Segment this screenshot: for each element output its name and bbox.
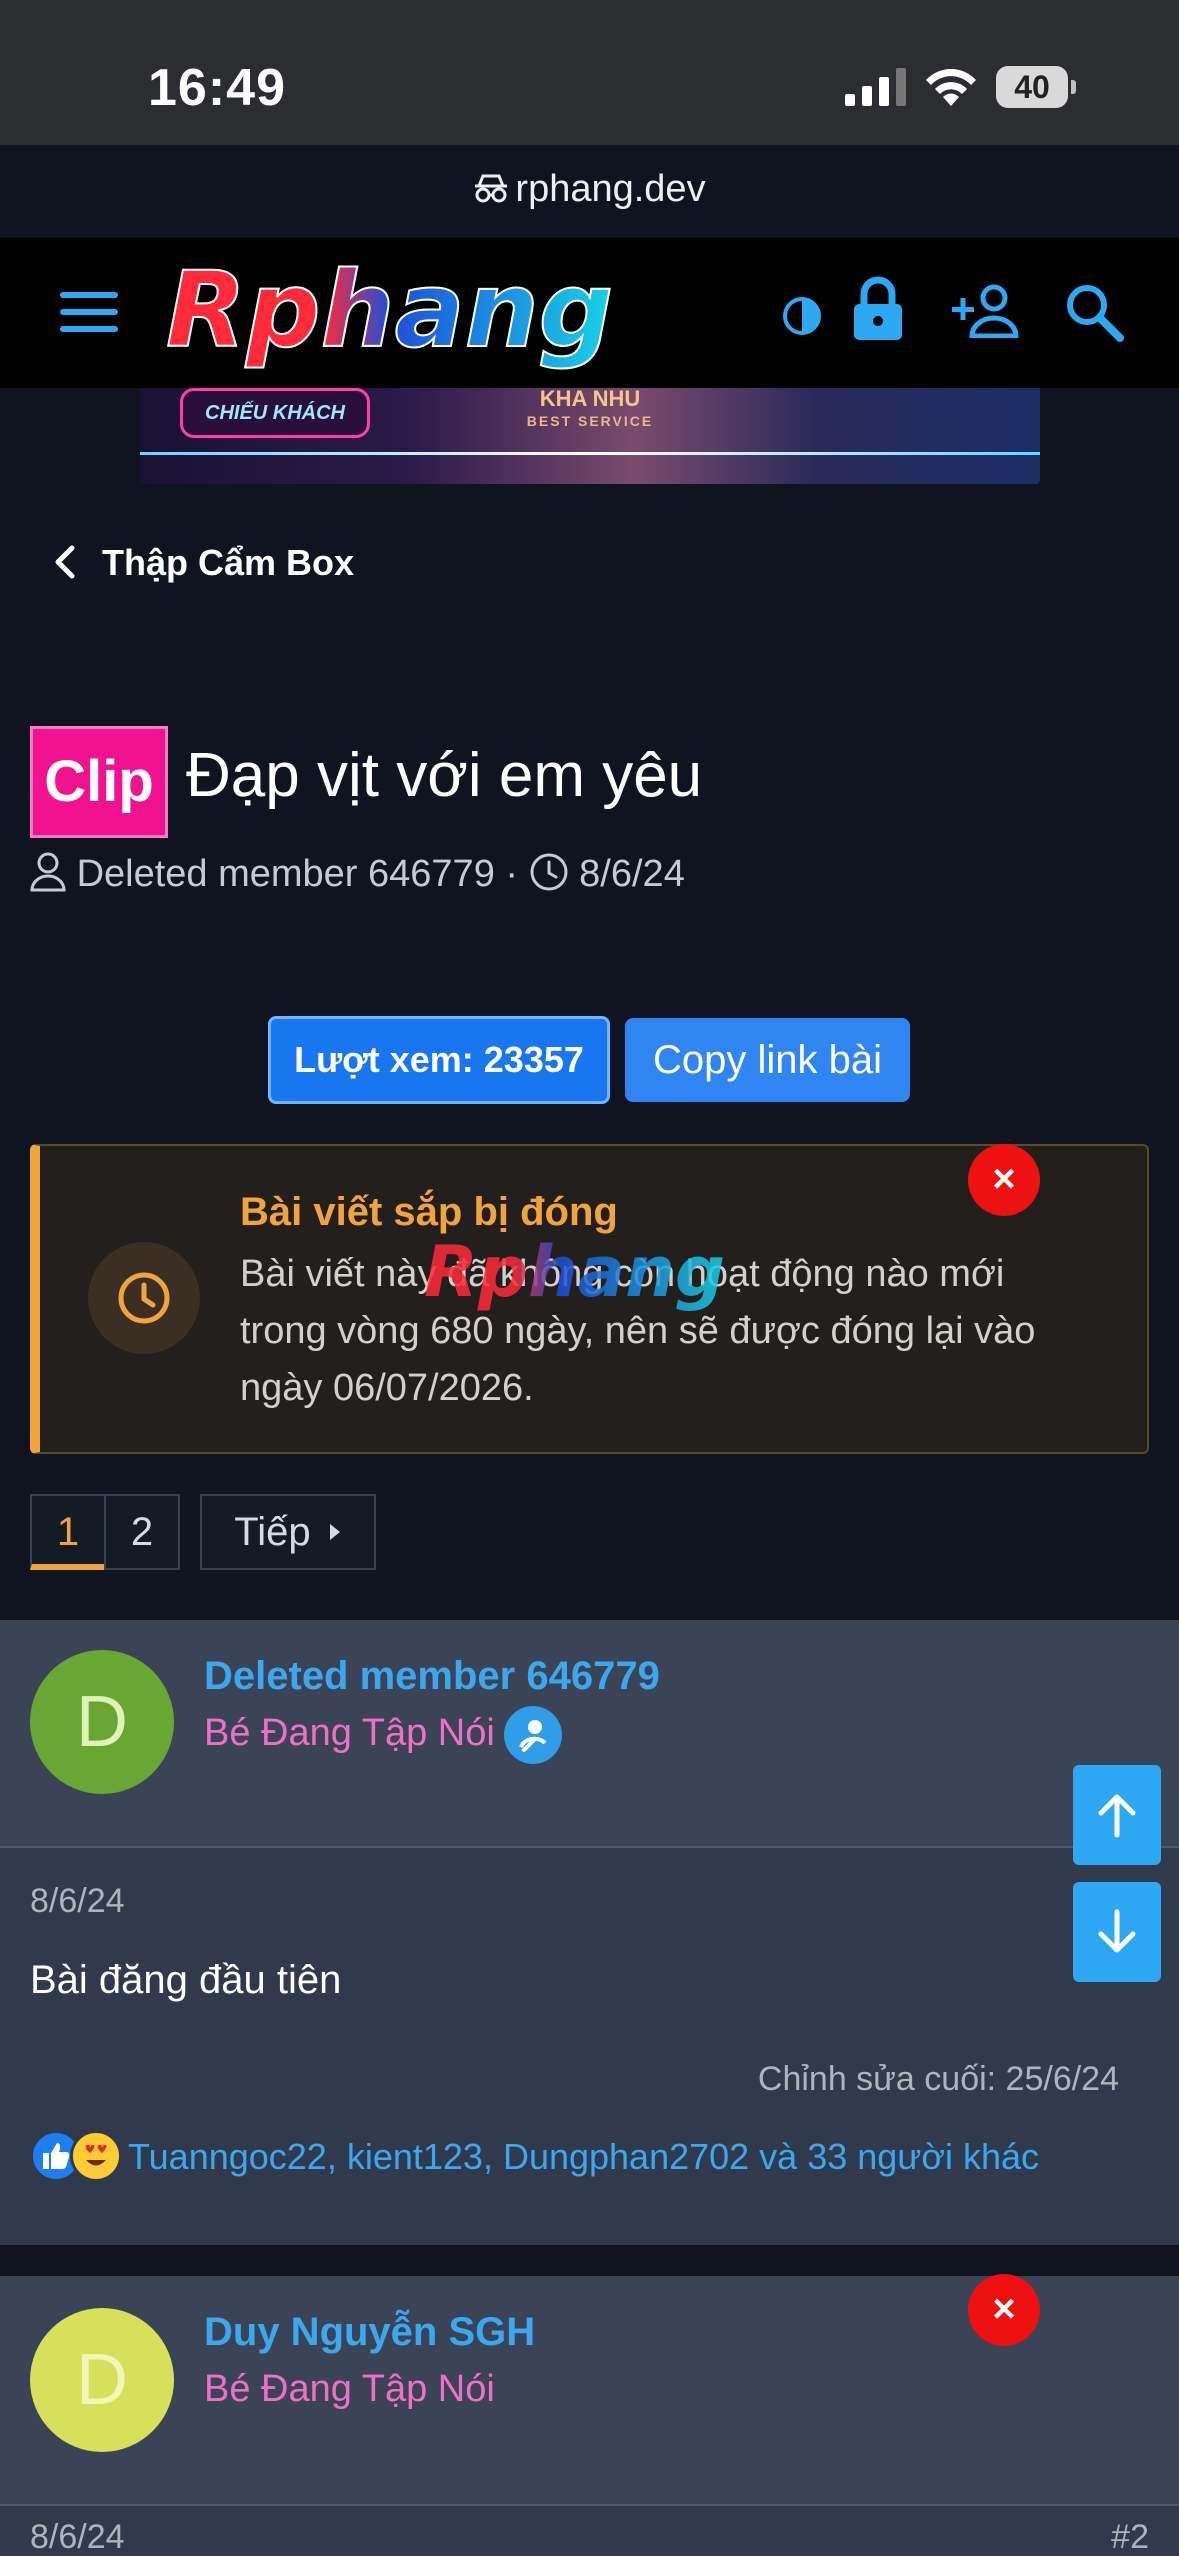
site-header: Rphang xyxy=(0,238,1179,388)
post-date[interactable]: 8/6/24 xyxy=(30,2518,125,2556)
status-bar: 16:49 40 rphang.dev xyxy=(0,0,1179,210)
post-2-header-row: 8/6/24 #2 xyxy=(0,2504,1179,2556)
view-count-button[interactable]: Lượt xem: 23357 xyxy=(268,1016,610,1104)
post-username[interactable]: Deleted member 646779 xyxy=(204,1654,660,1699)
banner-label-mid: KHA NHU BEST SERVICE xyxy=(526,388,654,429)
thread-meta: Deleted member 646779 · 8/6/24 xyxy=(30,852,685,896)
login-lock-icon[interactable] xyxy=(852,276,904,342)
scroll-bottom-button[interactable] xyxy=(1073,1882,1161,1982)
address-bar[interactable]: rphang.dev xyxy=(0,168,1179,211)
scroll-top-button[interactable] xyxy=(1073,1765,1161,1865)
avatar[interactable]: D xyxy=(30,1650,174,1794)
register-user-icon[interactable] xyxy=(952,284,1022,338)
heart-eyes-reaction-icon xyxy=(70,2130,122,2182)
avatar[interactable]: D xyxy=(30,2308,174,2452)
svg-text:Rphang: Rphang xyxy=(166,254,613,371)
wifi-icon xyxy=(926,69,976,106)
battery-indicator: 40 xyxy=(996,66,1076,108)
battery-level: 40 xyxy=(1014,69,1050,105)
reaction-users[interactable]: Tuanngoc22, kient123, Dungphan2702 và 33… xyxy=(128,2136,1039,2178)
post-body: Bài đăng đầu tiên xyxy=(30,1958,342,2002)
privacy-icon xyxy=(475,174,508,203)
clock-icon xyxy=(118,1272,170,1324)
verified-badge-icon xyxy=(504,1706,562,1764)
post-edited-note: Chỉnh sửa cuối: 25/6/24 xyxy=(757,2060,1119,2098)
meta-separator: · xyxy=(505,853,519,895)
chevron-left-icon xyxy=(55,545,75,579)
thread-title: Đạp vịt với em yêu xyxy=(186,741,703,810)
site-logo[interactable]: Rphang xyxy=(160,254,730,374)
next-page-button[interactable]: Tiếp xyxy=(200,1494,376,1570)
cellular-signal-icon xyxy=(845,68,906,106)
banner-label-left: CHIẾU KHÁCH xyxy=(180,388,370,438)
post-user-block: D Deleted member 646779 Bé Đang Tập Nói xyxy=(0,1620,1179,1848)
post-1: D Deleted member 646779 Bé Đang Tập Nói … xyxy=(0,1620,1179,2245)
arrow-up-icon xyxy=(1098,1794,1136,1838)
copy-link-button[interactable]: Copy link bài xyxy=(625,1018,910,1102)
thread-prefix-label[interactable]: Clip xyxy=(30,726,168,838)
ad-banner[interactable]: CHIẾU KHÁCH KHA NHU BEST SERVICE xyxy=(140,388,1040,484)
banner-glow-line xyxy=(140,452,1040,455)
theme-toggle-icon[interactable] xyxy=(782,296,822,336)
breadcrumb[interactable]: Thập Cẩm Box xyxy=(52,542,354,584)
closing-notice: Bài viết sắp bị đóng Bài viết này đã khô… xyxy=(30,1144,1149,1454)
clock-icon xyxy=(530,853,568,891)
page-2-button[interactable]: 2 xyxy=(104,1494,180,1570)
menu-icon[interactable] xyxy=(60,290,118,334)
close-button[interactable]: × xyxy=(968,1144,1040,1216)
svg-text:Rphang: Rphang xyxy=(424,1231,725,1313)
user-rank: Bé Đang Tập Nói xyxy=(204,1712,495,1754)
post-date[interactable]: 8/6/24 xyxy=(30,1882,125,1921)
url-text: rphang.dev xyxy=(515,168,706,210)
arrow-down-icon xyxy=(1098,1909,1136,1953)
thread-author[interactable]: Deleted member 646779 xyxy=(77,853,495,895)
caret-right-icon xyxy=(329,1524,340,1540)
close-button[interactable]: × xyxy=(968,2274,1040,2346)
search-icon[interactable] xyxy=(1064,282,1124,342)
user-rank: Bé Đang Tập Nói xyxy=(204,2368,495,2410)
status-time: 16:49 xyxy=(148,59,286,117)
notice-icon-wrap xyxy=(88,1242,200,1354)
breadcrumb-label: Thập Cẩm Box xyxy=(102,542,355,583)
post-username[interactable]: Duy Nguyễn SGH xyxy=(204,2310,535,2355)
watermark-logo: Rphang xyxy=(424,1231,725,1313)
thread-date[interactable]: 8/6/24 xyxy=(579,853,685,895)
post-2: D Duy Nguyễn SGH Bé Đang Tập Nói × 8/6/2… xyxy=(0,2274,1179,2556)
page-1-button[interactable]: 1 xyxy=(30,1494,106,1570)
post-number[interactable]: #2 xyxy=(1111,2518,1149,2556)
user-icon xyxy=(30,852,66,892)
